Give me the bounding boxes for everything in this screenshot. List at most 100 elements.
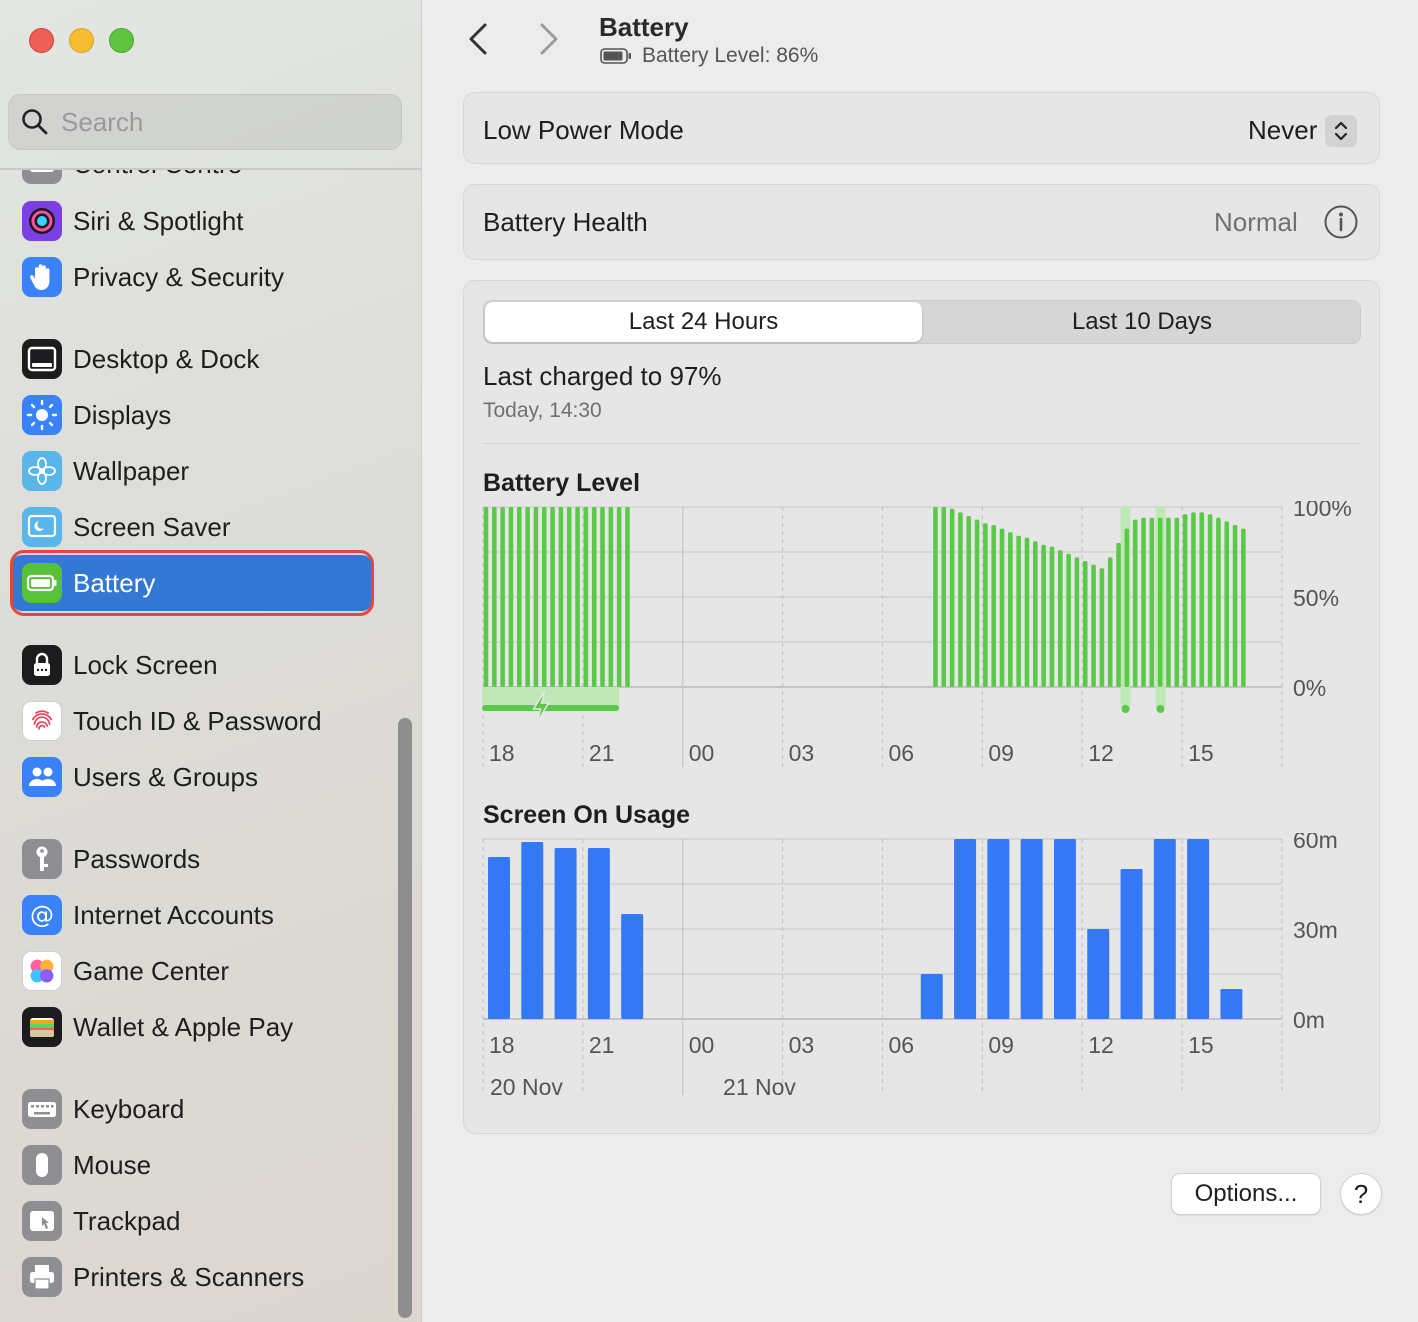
low-power-mode-popup-button[interactable] — [1325, 115, 1357, 147]
battery-level-bar — [517, 507, 522, 687]
siri-icon — [22, 201, 62, 241]
sidebar-item-label: Printers & Scanners — [73, 1261, 305, 1292]
battery-level-bar — [1074, 557, 1080, 687]
screen-usage-bar — [987, 839, 1010, 1019]
x-tick-label: 00 — [689, 740, 715, 766]
sidebar-scrollbar[interactable] — [398, 718, 412, 1318]
sidebar-item-desktop-and-dock[interactable]: Desktop & Dock — [12, 331, 372, 387]
battery-level-bar — [1216, 517, 1221, 687]
info-icon[interactable] — [1323, 204, 1359, 240]
forward-icon[interactable] — [536, 22, 562, 56]
x-tick-label: 12 — [1088, 1032, 1114, 1058]
search-input[interactable] — [61, 106, 361, 138]
search-field[interactable] — [8, 94, 402, 150]
date-label: 21 Nov — [723, 1074, 796, 1100]
battery-level-bar — [508, 507, 514, 687]
tab-last-10-days[interactable]: Last 10 Days — [924, 302, 1360, 342]
sidebar-item-screen-saver[interactable]: Screen Saver — [12, 499, 372, 555]
at-icon: @ — [22, 895, 62, 935]
y-tick-label: 100% — [1293, 501, 1352, 521]
x-tick-label: 06 — [889, 1032, 915, 1058]
sidebar-item-trackpad[interactable]: Trackpad — [12, 1193, 372, 1249]
battery-level-bar — [1157, 517, 1163, 687]
y-tick-label: 0m — [1293, 1007, 1325, 1033]
charging-marker — [1121, 705, 1130, 713]
screen-usage-bar — [1187, 839, 1210, 1019]
battery-level-bar — [608, 507, 614, 687]
battery-level-row: Battery Level: 86% — [600, 44, 818, 68]
x-tick-label: 00 — [689, 1032, 715, 1058]
zoom-window-button[interactable] — [109, 28, 134, 53]
low-power-mode-card: Low Power Mode Never — [463, 92, 1380, 164]
battery-level-bar — [625, 507, 630, 687]
x-tick-label: 15 — [1188, 1032, 1214, 1058]
battery-level-bar — [483, 507, 489, 687]
battery-level-bar — [525, 507, 530, 687]
search-icon — [22, 109, 48, 135]
screen-usage-bar — [554, 848, 577, 1019]
help-button[interactable]: ? — [1340, 1173, 1382, 1215]
sidebar-item-users-and-groups[interactable]: Users & Groups — [12, 749, 372, 805]
sidebar-item-label: Mouse — [73, 1149, 152, 1180]
fingerprint-icon — [22, 701, 62, 741]
sidebar-item-keyboard[interactable]: Keyboard — [12, 1081, 372, 1137]
date-label: 20 Nov — [490, 1074, 563, 1100]
sidebar-item-privacy-and-security[interactable]: Privacy & Security — [12, 249, 372, 305]
sidebar-item-mouse[interactable]: Mouse — [12, 1137, 372, 1193]
usage-history-card: Last 24 Hours Last 10 Days Last charged … — [463, 280, 1380, 1134]
sidebar-item-battery[interactable]: Battery — [12, 555, 372, 611]
battery-status-icon — [600, 48, 631, 64]
sidebar-item-printers-and-scanners[interactable]: Printers & Scanners — [12, 1249, 372, 1305]
battery-level-bar — [591, 507, 597, 687]
battery-level-bar — [1241, 528, 1246, 687]
sidebar-item-label: Touch ID & Password — [73, 705, 322, 736]
game-center-icon — [22, 951, 62, 991]
battery-level-bar — [492, 507, 497, 687]
battery-level-bar — [999, 528, 1005, 687]
battery-level-bar — [550, 507, 555, 687]
tab-last-24-hours[interactable]: Last 24 Hours — [485, 302, 922, 342]
sidebar-item-wallet-and-apple-pay[interactable]: Wallet & Apple Pay — [12, 999, 372, 1055]
battery-level-bar — [1149, 517, 1155, 687]
screen-usage-bar — [1120, 869, 1143, 1019]
keyboard-icon — [22, 1089, 62, 1129]
battery-level-bar — [1116, 543, 1121, 687]
battery-level-bar — [575, 507, 580, 687]
low-power-mode-value[interactable]: Never — [1248, 115, 1317, 146]
screen-usage-chart-title: Screen On Usage — [483, 801, 691, 829]
sidebar-item-label: Desktop & Dock — [73, 343, 260, 374]
options-button[interactable]: Options... — [1171, 1173, 1321, 1215]
main-pane: Battery Battery Level: 86% Low Power Mod… — [423, 0, 1418, 1322]
minimize-window-button[interactable] — [69, 28, 94, 53]
separator — [483, 443, 1361, 444]
battery-level-bar — [1033, 541, 1038, 687]
sidebar-item-game-center[interactable]: Game Center — [12, 943, 372, 999]
y-tick-label: 50% — [1293, 585, 1339, 611]
back-icon[interactable] — [465, 22, 491, 56]
battery-level-bar — [558, 507, 564, 687]
battery-level-bar — [1207, 514, 1213, 687]
sidebar-item-displays[interactable]: Displays — [12, 387, 372, 443]
sidebar-item-control-centre[interactable]: Control Centre — [12, 170, 372, 192]
screen-usage-bar — [1020, 839, 1043, 1019]
printer-icon — [22, 1257, 62, 1297]
battery-level-chart-title: Battery Level — [483, 469, 641, 497]
x-tick-label: 12 — [1088, 740, 1114, 766]
trackpad-icon — [22, 1201, 62, 1241]
close-window-button[interactable] — [29, 28, 54, 53]
sidebar-item-touch-id-and-password[interactable]: Touch ID & Password — [12, 693, 372, 749]
y-tick-label: 0% — [1293, 675, 1326, 701]
sidebar-item-internet-accounts[interactable]: @ Internet Accounts — [12, 887, 372, 943]
sidebar-item-siri-and-spotlight[interactable]: Siri & Spotlight — [12, 193, 372, 249]
sidebar-item-label: Users & Groups — [73, 761, 258, 792]
x-tick-label: 21 — [589, 1032, 615, 1058]
sidebar-item-wallpaper[interactable]: Wallpaper — [12, 443, 372, 499]
sidebar-item-lock-screen[interactable]: Lock Screen — [12, 637, 372, 693]
battery-health-card: Battery Health Normal — [463, 184, 1380, 260]
battery-level-bar — [616, 507, 622, 687]
dock-icon — [22, 339, 62, 379]
battery-level-bar — [983, 523, 988, 687]
battery-level-bar — [974, 519, 980, 687]
battery-level-bar — [1099, 568, 1105, 687]
sidebar-item-passwords[interactable]: Passwords — [12, 831, 372, 887]
